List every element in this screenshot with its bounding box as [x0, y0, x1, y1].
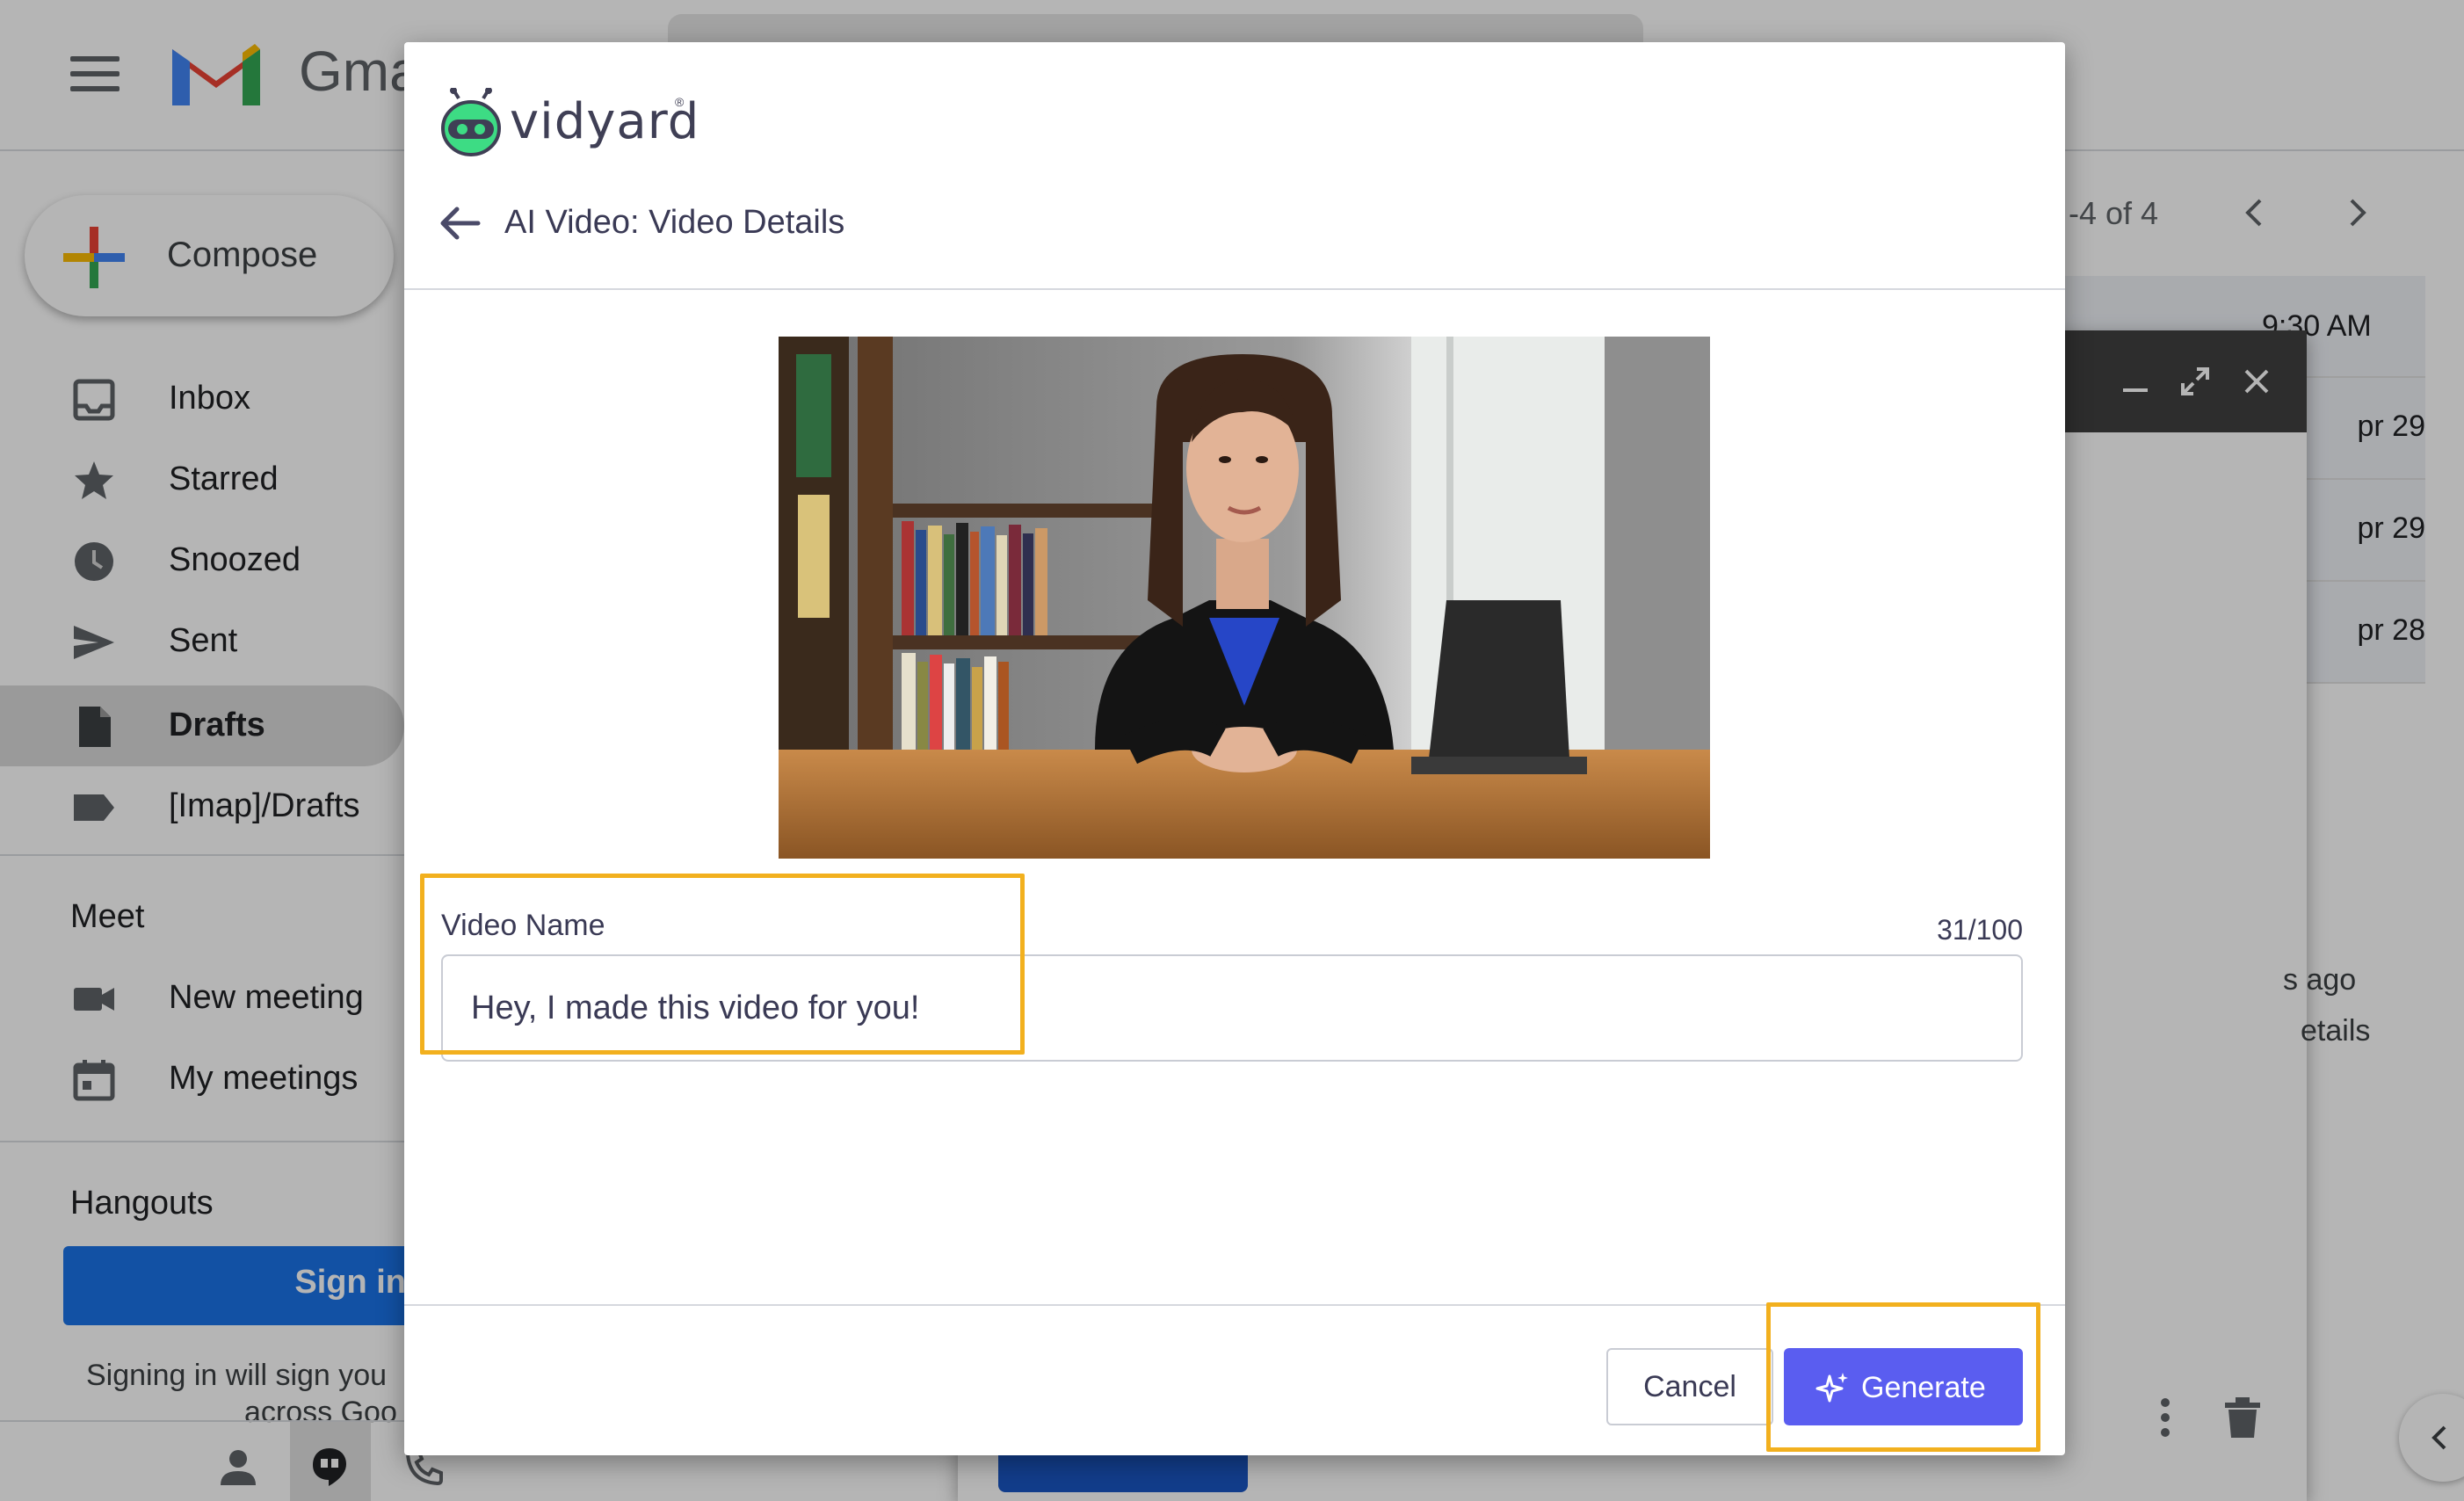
vidyard-mascot-icon	[441, 88, 501, 156]
registered-mark: ®	[675, 95, 685, 109]
vidyard-wordmark: vidyard	[510, 93, 700, 150]
vidyard-logo: vidyard ®	[439, 88, 699, 158]
dialog-title: AI Video: Video Details	[504, 204, 845, 241]
avatar-video-preview	[779, 337, 1710, 859]
highlight-generate	[1766, 1302, 2040, 1452]
cancel-button[interactable]: Cancel	[1606, 1348, 1773, 1425]
vidyard-dialog: vidyard ® AI Video: Video Details Video …	[404, 42, 2065, 1455]
presenter-image	[779, 337, 1710, 859]
character-count: 31/100	[1937, 914, 2023, 946]
header-divider	[404, 288, 2065, 290]
highlight-video-name	[420, 874, 1025, 1055]
back-arrow-icon[interactable]	[438, 206, 482, 241]
